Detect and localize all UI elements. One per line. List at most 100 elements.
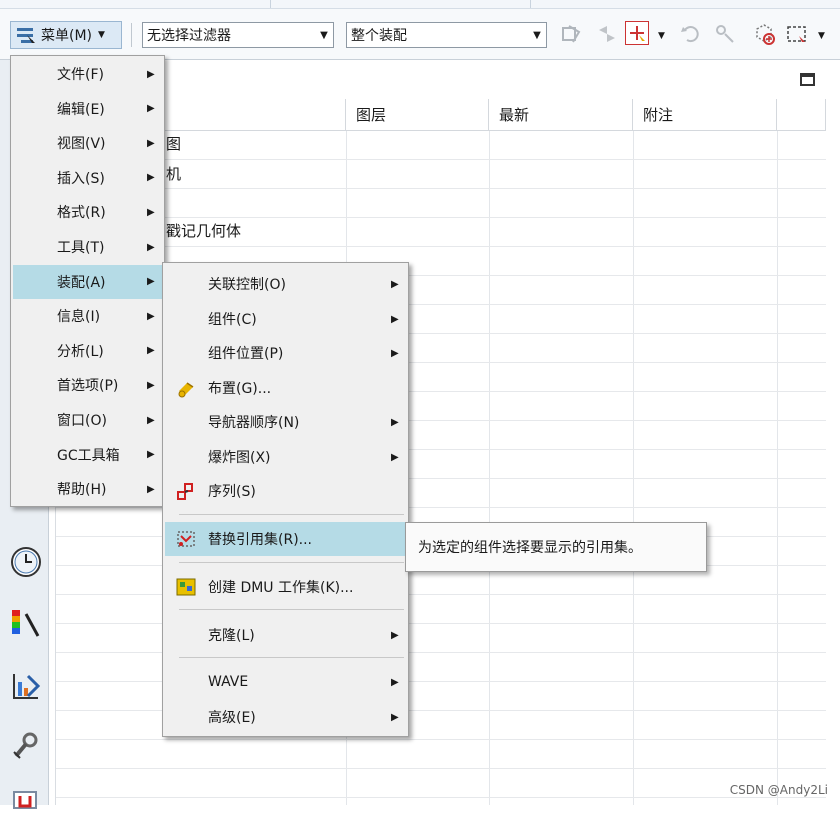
menu-item-label: GC工具箱: [57, 447, 120, 464]
submenu-item[interactable]: 关联控制(O) ▶: [165, 267, 405, 301]
row-label: 图: [166, 135, 182, 153]
menu-item[interactable]: 格式(R) ▶: [13, 195, 162, 229]
column-header-label: 附注: [643, 106, 674, 124]
menu-item[interactable]: 首选项(P) ▶: [13, 368, 162, 402]
submenu-item[interactable]: 创建 DMU 工作集(K)...: [165, 570, 405, 604]
rectangle-select-icon[interactable]: [784, 21, 810, 47]
submenu-item[interactable]: 导航器顺序(N) ▶: [165, 405, 405, 439]
submenu-arrow-icon: ▶: [147, 241, 155, 253]
submenu-arrow-icon: ▶: [391, 629, 399, 641]
submenu-arrow-icon: ▶: [147, 172, 155, 184]
menu-button-label: 菜单(M): [41, 28, 93, 44]
menu-item[interactable]: 帮助(H) ▶: [13, 472, 162, 506]
menu-item[interactable]: 信息(I) ▶: [13, 299, 162, 333]
menu-item-label: 视图(V): [57, 136, 106, 153]
grid-line: [56, 797, 826, 798]
menu-item[interactable]: 文件(F) ▶: [13, 57, 162, 91]
submenu-arrow-icon: ▶: [147, 310, 155, 322]
grid-line: [633, 131, 634, 805]
menu-item[interactable]: 分析(L) ▶: [13, 334, 162, 368]
column-header-extra[interactable]: [777, 99, 826, 131]
toolbar-divider: [131, 23, 132, 47]
chevron-down-icon: ▼: [320, 29, 328, 41]
tooltip: 为选定的组件选择要显示的引用集。: [405, 522, 707, 572]
dmu-workset-icon: [175, 576, 197, 602]
rotate-icon[interactable]: [678, 21, 704, 47]
tooltip-text: 为选定的组件选择要显示的引用集。: [418, 540, 642, 556]
table-row[interactable]: 戳记几何体: [166, 220, 241, 241]
menu-item-label: 文件(F): [57, 67, 104, 83]
menu-item[interactable]: 工具(T) ▶: [13, 230, 162, 264]
table-row[interactable]: 图: [166, 133, 181, 154]
menu-separator: [179, 514, 404, 515]
submenu-item[interactable]: 克隆(L) ▶: [165, 618, 405, 652]
submenu-item[interactable]: WAVE ▶: [165, 665, 405, 699]
submenu-item[interactable]: 替换引用集(R)...: [165, 522, 405, 556]
column-header-latest[interactable]: 最新: [489, 99, 633, 131]
submenu-item-label: 克隆(L): [208, 628, 255, 644]
menu-button[interactable]: 菜单(M) ▼: [10, 21, 122, 49]
submenu-item-label: 布置(G)...: [208, 381, 272, 397]
grid-line: [56, 246, 826, 247]
row-label: 戳记几何体: [166, 222, 242, 240]
menu-item[interactable]: GC工具箱 ▶: [13, 438, 162, 472]
grid-line: [489, 131, 490, 805]
chevron-down-icon[interactable]: ▼: [818, 31, 825, 41]
assembly-submenu: 关联控制(O) ▶ 组件(C) ▶ 组件位置(P) ▶ 布置(G)... 导航器顺序(N) ▶ 爆…: [162, 262, 409, 737]
bar-chart-icon[interactable]: [10, 670, 42, 706]
chevron-down-icon: ▼: [533, 29, 541, 41]
cube-select-icon[interactable]: [751, 21, 777, 47]
menu-item-label: 帮助(H): [57, 482, 107, 499]
scope-dropdown[interactable]: 整个装配 ▼: [346, 22, 547, 48]
menu-item-label: 工具(T): [57, 240, 105, 256]
sequence-icon: [175, 480, 197, 506]
menu-item[interactable]: 插入(S) ▶: [13, 161, 162, 195]
snap-filter-icon[interactable]: [594, 21, 620, 47]
menu-item-label: 装配(A): [57, 274, 106, 291]
menu-separator: [179, 609, 404, 610]
clock-icon[interactable]: [10, 546, 42, 582]
submenu-item[interactable]: 爆炸图(X) ▶: [165, 440, 405, 474]
submenu-item[interactable]: 高级(E) ▶: [165, 700, 405, 734]
grid-line: [56, 159, 826, 160]
tool-icon[interactable]: [10, 730, 42, 766]
menu-item[interactable]: 视图(V) ▶: [13, 126, 162, 160]
submenu-arrow-icon: ▶: [391, 676, 399, 688]
column-header-notes[interactable]: 附注: [633, 99, 777, 131]
submenu-arrow-icon: ▶: [147, 276, 155, 288]
column-header-layer[interactable]: 图层: [346, 99, 489, 131]
constraint-icon[interactable]: [712, 21, 738, 47]
replace-reference-set-icon: [175, 528, 197, 554]
submenu-arrow-icon: ▶: [147, 345, 155, 357]
submenu-item[interactable]: 序列(S): [165, 474, 405, 508]
menu-icon: [17, 28, 35, 43]
menu-item[interactable]: 编辑(E) ▶: [13, 92, 162, 126]
selection-filter-dropdown[interactable]: 无选择过滤器 ▼: [142, 22, 334, 48]
menu-item[interactable]: 装配(A) ▶: [13, 264, 162, 299]
submenu-item-label: 关联控制(O): [208, 277, 286, 293]
grid-line: [56, 739, 826, 740]
top-tab-strip: [0, 0, 840, 9]
submenu-arrow-icon: ▶: [147, 414, 155, 426]
submenu-arrow-icon: ▶: [147, 206, 155, 218]
submenu-item[interactable]: 组件(C) ▶: [165, 302, 405, 336]
watermark: CSDN @Andy2Li: [729, 783, 828, 797]
submenu-item[interactable]: 组件位置(P) ▶: [165, 336, 405, 370]
component-filter-icon[interactable]: [558, 21, 584, 47]
chevron-down-icon[interactable]: ▼: [658, 31, 665, 41]
document-icon[interactable]: [10, 790, 42, 814]
insert-point-icon[interactable]: [625, 21, 649, 45]
submenu-item[interactable]: 布置(G)...: [165, 371, 405, 405]
table-row[interactable]: 机: [166, 163, 181, 184]
submenu-item-label: WAVE: [208, 674, 249, 690]
tab-divider: [530, 0, 531, 8]
submenu-item-label: 组件位置(P): [208, 346, 284, 362]
menu-item-label: 信息(I): [57, 309, 101, 326]
submenu-item-label: 导航器顺序(N): [208, 415, 300, 431]
menu-item-label: 编辑(E): [57, 101, 105, 118]
row-label: 机: [166, 165, 182, 183]
maximize-icon[interactable]: [800, 73, 815, 86]
color-palette-icon[interactable]: [10, 606, 42, 644]
submenu-arrow-icon: ▶: [147, 449, 155, 461]
menu-item[interactable]: 窗口(O) ▶: [13, 403, 162, 437]
